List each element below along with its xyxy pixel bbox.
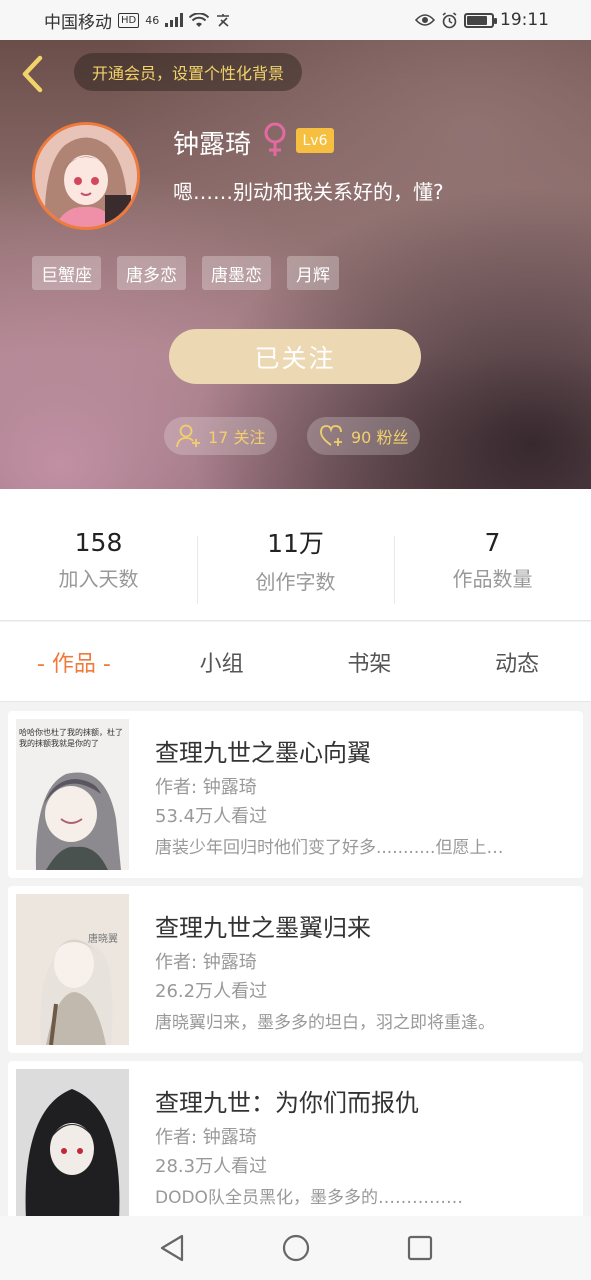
alarm-icon (442, 11, 457, 28)
stat-label: 作品数量 (452, 566, 533, 591)
book-cover (16, 1069, 129, 1220)
carrier-name: 中国移动 (44, 12, 112, 33)
clock: 19:11 (500, 10, 549, 30)
stat-value: 158 (74, 527, 123, 557)
stat-word-count: 11万 创作字数 (197, 489, 394, 620)
stat-join-days: 158 加入天数 (0, 489, 197, 620)
cover-illustration (16, 894, 129, 1045)
following-button[interactable]: 17 关注 (164, 417, 278, 455)
book-card[interactable]: 唐晓翼 查理九世之墨翼归来 作者: 钟露琦 26.2万人看过 唐晓翼归来，墨多多… (8, 886, 583, 1053)
back-button[interactable] (14, 54, 50, 94)
home-circle-icon[interactable] (282, 1234, 310, 1262)
nfc-icon (217, 14, 230, 27)
tag-item[interactable]: 月辉 (287, 256, 339, 290)
profile-tabs: - 作品 - 小组 书架 动态 (0, 622, 591, 702)
stat-value: 11万 (267, 529, 324, 558)
recents-square-icon[interactable] (407, 1235, 433, 1261)
female-icon (264, 122, 286, 156)
book-title: 查理九世之墨心向翼 (155, 739, 371, 767)
tab-groups[interactable]: 小组 (148, 622, 296, 701)
user-signature: 嗯……别动和我关系好的，懂? (173, 180, 444, 204)
battery-icon (464, 12, 497, 28)
followed-button[interactable]: 已关注 (169, 329, 421, 384)
user-name: 钟露琦 (173, 130, 252, 160)
battery-level (467, 15, 487, 25)
book-title: 查理九世之墨翼归来 (155, 914, 371, 942)
book-description: DODO队全员黑化，墨多多的…………… (155, 1188, 463, 1208)
signal-icon (165, 13, 184, 27)
book-list: 哈哈你也杜了我的抹额，杜了我的抹额我就是你的了 查理九世之墨心向翼 作者: 钟露… (8, 711, 583, 1236)
hd-icon: HD (118, 12, 140, 28)
book-author: 作者: 钟露琦 (155, 777, 257, 798)
add-user-icon (176, 424, 200, 448)
avatar[interactable] (32, 122, 140, 230)
tag-item[interactable]: 唐多恋 (117, 256, 186, 290)
tab-activity[interactable]: 动态 (443, 622, 591, 701)
avatar-illustration (35, 125, 137, 227)
book-author: 作者: 钟露琦 (155, 1127, 257, 1148)
cover-illustration (16, 1069, 129, 1220)
stat-label: 创作字数 (255, 570, 336, 594)
book-author: 作者: 钟露琦 (155, 952, 257, 973)
cover-caption: 哈哈你也杜了我的抹额，杜了我的抹额我就是你的了 (19, 728, 123, 748)
stat-works-count: 7 作品数量 (394, 489, 591, 620)
fans-count: 90 粉丝 (351, 428, 409, 447)
system-nav-bar (0, 1216, 591, 1280)
book-views: 28.3万人看过 (155, 1156, 268, 1177)
tab-bookshelf[interactable]: 书架 (296, 622, 444, 701)
book-description: 唐晓翼归来，墨多多的坦白，羽之即将重逢。 (155, 1013, 495, 1033)
book-card[interactable]: 哈哈你也杜了我的抹额，杜了我的抹额我就是你的了 查理九世之墨心向翼 作者: 钟露… (8, 711, 583, 878)
stats-panel: 158 加入天数 11万 创作字数 7 作品数量 (0, 489, 591, 621)
wifi-icon (189, 12, 210, 27)
book-card[interactable]: 查理九世：为你们而报仇 作者: 钟露琦 28.3万人看过 DODO队全员黑化，墨… (8, 1061, 583, 1228)
book-views: 53.4万人看过 (155, 806, 268, 827)
status-right: 19:11 (415, 10, 549, 30)
heart-plus-icon (320, 425, 342, 446)
status-bar: 中国移动 HD 46 19:11 (0, 0, 591, 40)
following-count: 17 关注 (208, 428, 266, 447)
back-triangle-icon[interactable] (159, 1234, 185, 1262)
stat-label: 加入天数 (58, 566, 139, 591)
tag-item[interactable]: 唐墨恋 (202, 256, 271, 290)
stat-value: 7 (484, 527, 501, 557)
book-title: 查理九世：为你们而报仇 (155, 1089, 419, 1117)
status-left: 中国移动 HD 46 (44, 8, 231, 33)
book-cover: 唐晓翼 (16, 894, 129, 1045)
cover-caption: 唐晓翼 (88, 934, 118, 945)
fans-button[interactable]: 90 粉丝 (307, 417, 421, 455)
network-type: 46 (145, 13, 160, 27)
book-cover: 哈哈你也杜了我的抹额，杜了我的抹额我就是你的了 (16, 719, 129, 870)
tab-works[interactable]: - 作品 - (0, 622, 148, 701)
tag-list: 巨蟹座 唐多恋 唐墨恋 月辉 (32, 256, 339, 290)
book-views: 26.2万人看过 (155, 981, 268, 1002)
tag-item[interactable]: 巨蟹座 (32, 256, 101, 290)
eye-icon (415, 14, 435, 26)
profile-header: 开通会员，设置个性化背景 钟露琦 Lv6 嗯……别动和我关系好的，懂? 巨蟹座 … (0, 40, 591, 489)
book-description: 唐装少年回归时他们变了好多...........但愿上… (155, 838, 504, 858)
vip-background-prompt[interactable]: 开通会员，设置个性化背景 (74, 53, 303, 91)
chevron-left-icon (22, 55, 43, 93)
level-badge: Lv6 (296, 128, 334, 153)
